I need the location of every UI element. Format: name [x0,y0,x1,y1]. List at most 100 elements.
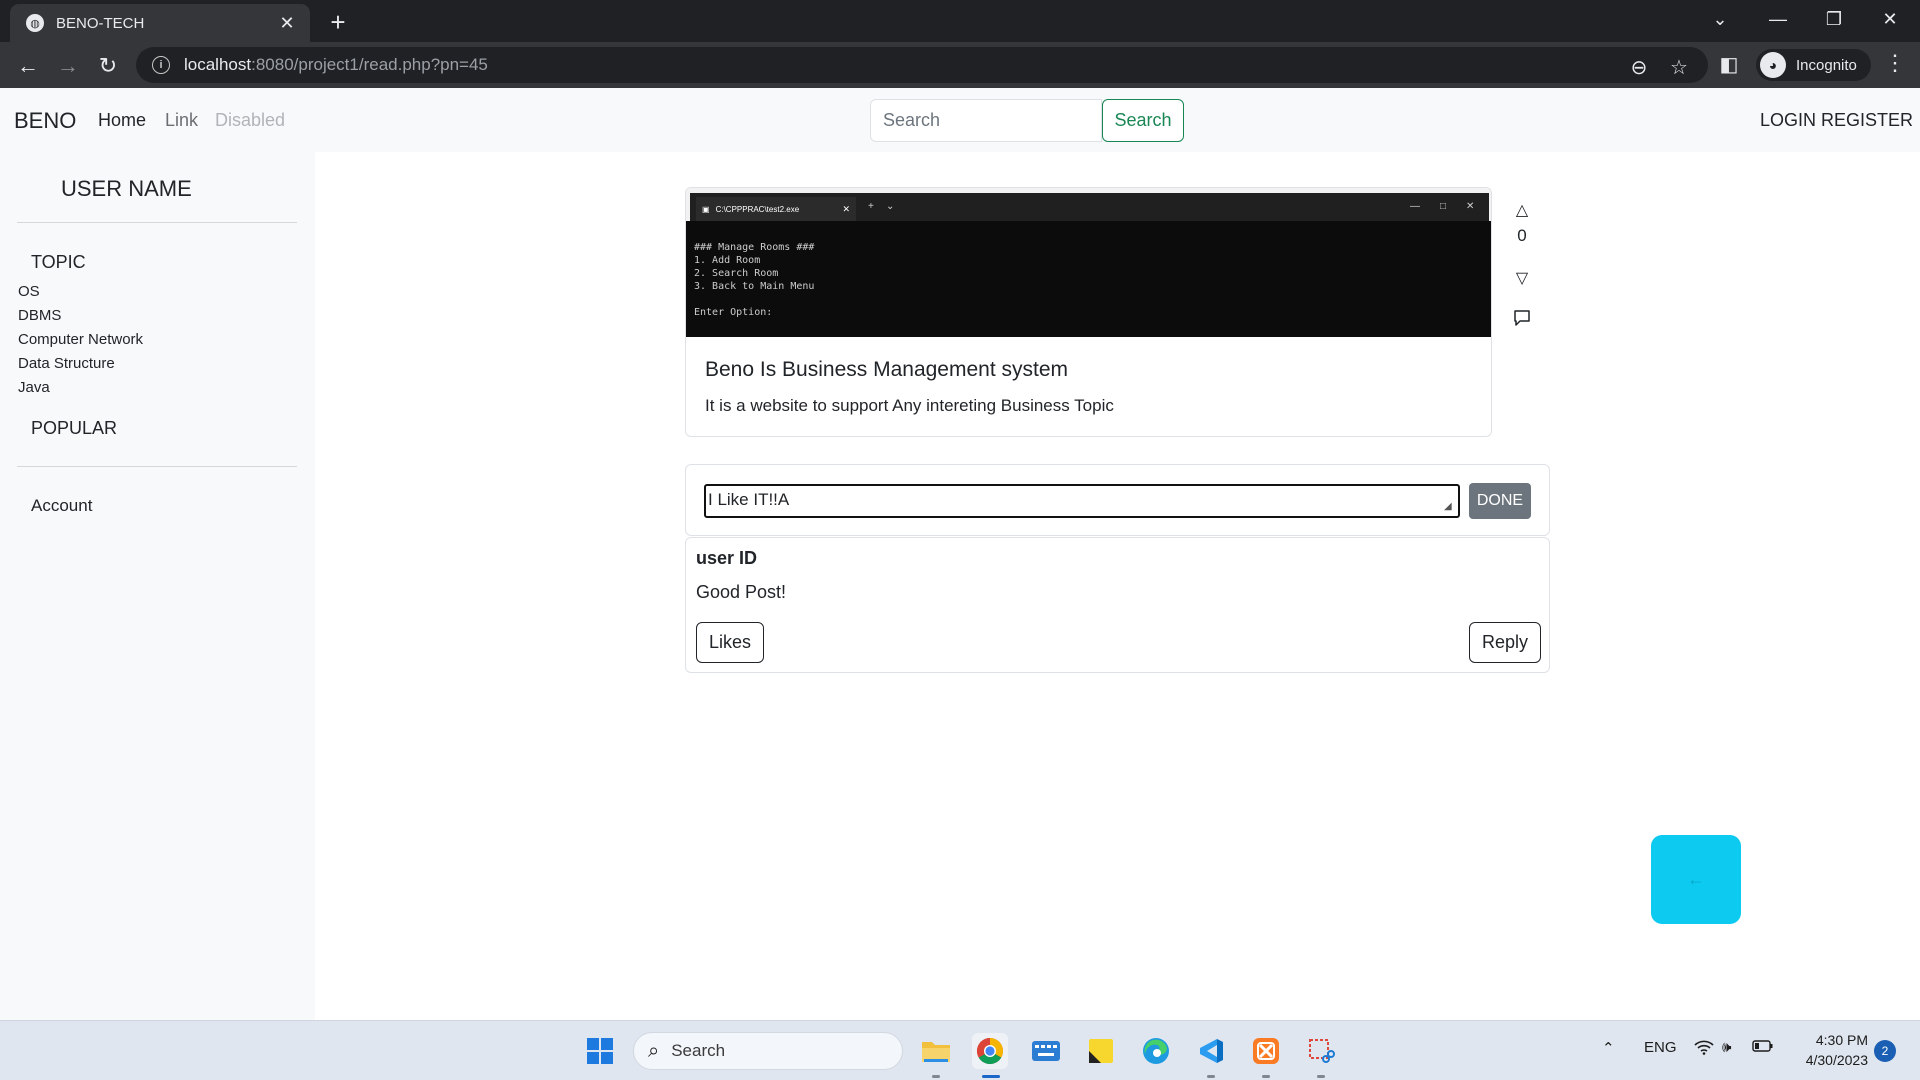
sticky-notes-icon[interactable] [1083,1033,1119,1069]
back-button[interactable]: ← [1651,835,1741,924]
nav-link-link[interactable]: Link [165,110,198,131]
sidebar-item-computer-network[interactable]: Computer Network [18,331,143,348]
sidebar-divider [17,222,297,223]
browser-tab[interactable]: ◍ BENO-TECH ✕ [10,4,310,42]
side-panel-icon[interactable]: ◧ [1716,52,1742,77]
site-info-icon[interactable]: i [152,56,170,74]
browser-tab-strip: ◍ BENO-TECH ✕ + ⌄ — ❐ ✕ [0,0,1920,42]
comment-user-id: user ID [696,548,758,568]
edge-icon[interactable] [1138,1033,1174,1069]
url-path: :8080/project1/read.php?pn=45 [251,55,488,74]
browser-toolbar: ← → ↻ i localhost :8080/project1/read.ph… [0,42,1920,88]
taskbar-search-label: Search [671,1041,726,1060]
running-indicator [1207,1075,1215,1078]
snipping-tool-icon[interactable] [1303,1033,1339,1069]
terminal-new-tab-icon: + [868,201,874,212]
volume-icon[interactable]: 🕪 [1722,1039,1731,1056]
site-navbar: BENO Home Link Disabled Search Search LO… [0,88,1920,152]
language-indicator[interactable]: ENG [1644,1039,1677,1056]
terminal-minimize-icon: — [1410,201,1420,212]
sidebar: USER NAME TOPIC OS DBMS Computer Network… [0,152,315,1020]
terminal-line: 2. Search Room [694,268,779,279]
taskbar: ⌕ Search ⌃ ENG 🕪 4:30 PM 4/30/2023 2 [0,1020,1920,1080]
terminal-line: ### Manage Rooms ### [694,242,815,253]
comment-input[interactable]: I Like IT!!A [704,484,1460,518]
likes-button[interactable]: Likes [696,622,764,663]
address-bar[interactable]: i localhost :8080/project1/read.php?pn=4… [136,47,1708,83]
xampp-icon[interactable] [1248,1033,1284,1069]
terminal-close-icon: ✕ [842,203,850,214]
vscode-icon[interactable] [1193,1033,1229,1069]
terminal-dropdown-icon: ⌄ [886,201,895,212]
terminal-line: Enter Option: [694,307,773,318]
sidebar-item-data-structure[interactable]: Data Structure [18,355,115,372]
terminal-tab: ▣ C:\CPPPRAC\test2.exe ✕ [696,197,856,221]
taskbar-search[interactable]: ⌕ Search [633,1032,903,1070]
upvote-icon[interactable]: △ [1508,200,1536,220]
reload-icon[interactable]: ↻ [92,50,124,82]
terminal-line: 3. Back to Main Menu [694,281,815,292]
back-arrow-icon[interactable]: ← [12,50,44,82]
zoom-icon[interactable]: ⊖ [1626,55,1652,80]
windows-start-icon[interactable] [582,1033,618,1069]
nav-link-home[interactable]: Home [98,110,146,131]
running-indicator [932,1075,940,1078]
profile-label: Incognito [1796,56,1857,74]
search-icon: ⌕ [648,1039,660,1062]
window-close-icon[interactable]: ✕ [1862,0,1918,38]
minimize-icon[interactable]: — [1750,0,1806,38]
sidebar-topic-heading: TOPIC [31,252,86,272]
running-indicator [1262,1075,1270,1078]
incognito-icon: ◕ [1760,52,1786,78]
web-page: BENO Home Link Disabled Search Search LO… [0,88,1920,1020]
chrome-icon[interactable] [972,1033,1008,1069]
comment-icon[interactable] [1508,308,1536,333]
forward-arrow-icon[interactable]: → [52,50,84,82]
sidebar-item-java[interactable]: Java [18,379,50,396]
terminal-titlebar: ▣ C:\CPPPRAC\test2.exe ✕ + ⌄ — □ ✕ [690,193,1489,221]
taskbar-clock[interactable]: 4:30 PM 4/30/2023 [1794,1030,1868,1070]
notification-badge[interactable]: 2 [1874,1040,1896,1062]
running-indicator [1317,1075,1325,1078]
downvote-icon[interactable]: ▽ [1508,268,1536,288]
wifi-icon[interactable] [1694,1039,1714,1059]
reply-button[interactable]: Reply [1469,622,1541,663]
search-button[interactable]: Search [1102,99,1184,142]
sidebar-item-dbms[interactable]: DBMS [18,307,61,324]
tab-search-icon[interactable]: ⌄ [1692,0,1748,38]
search-input[interactable]: Search [870,99,1102,142]
sidebar-popular-heading: POPULAR [31,418,118,438]
url-host: localhost [184,55,252,74]
file-explorer-icon[interactable] [918,1033,954,1069]
clock-time: 4:30 PM [1815,1032,1868,1048]
comment-item: user ID Good Post! Likes Reply [685,537,1550,673]
terminal-line: 1. Add Room [694,255,761,266]
sidebar-username: USER NAME [61,176,192,201]
sidebar-item-account[interactable]: Account [31,496,92,516]
sidebar-divider [17,466,297,467]
more-menu-icon[interactable]: ⋮ [1880,50,1910,76]
keyboard-app-icon[interactable] [1028,1033,1064,1069]
done-button[interactable]: DONE [1469,483,1531,519]
arrow-left-icon: ← [1687,869,1705,889]
vote-count: 0 [1517,226,1527,245]
show-hidden-icons-chevron-icon[interactable]: ⌃ [1602,1039,1615,1057]
terminal-window-close-icon: ✕ [1466,201,1475,212]
post-title: Beno Is Business Management system [705,358,1069,381]
register-link[interactable]: REGISTER [1821,110,1913,131]
new-tab-button[interactable]: + [322,6,354,38]
sidebar-item-os[interactable]: OS [18,283,40,300]
post-description: It is a website to support Any interetin… [705,396,1114,415]
login-link[interactable]: LOGIN [1760,110,1816,131]
brand-logo[interactable]: BENO [14,108,76,134]
terminal-icon: ▣ [702,204,710,214]
comment-form: I Like IT!!A ◢ DONE [685,464,1550,536]
active-indicator [982,1075,1000,1078]
battery-icon[interactable] [1752,1039,1774,1057]
incognito-profile-button[interactable]: ◕ Incognito [1756,49,1871,81]
clock-date: 4/30/2023 [1805,1052,1868,1068]
bookmark-star-icon[interactable]: ☆ [1666,55,1692,80]
tab-close-icon[interactable]: ✕ [276,13,298,34]
terminal-tab-title: C:\CPPPRAC\test2.exe [715,204,800,214]
restore-icon[interactable]: ❐ [1806,0,1862,38]
